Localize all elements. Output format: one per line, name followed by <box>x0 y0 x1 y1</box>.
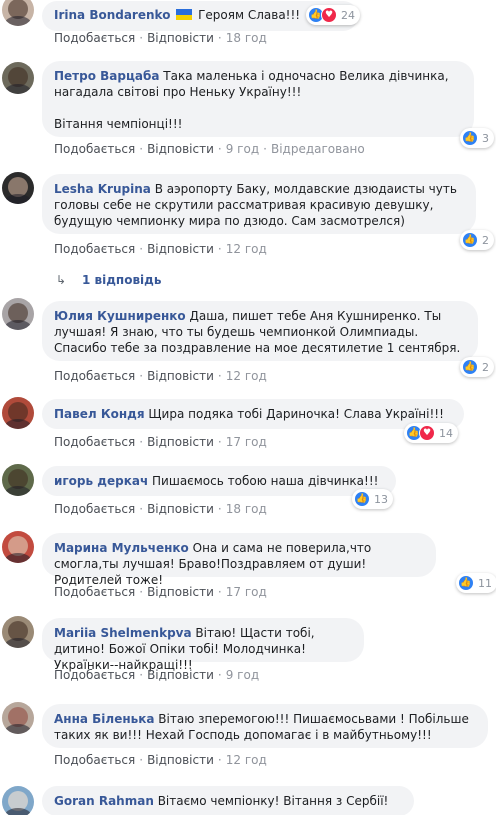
avatar[interactable] <box>2 464 34 496</box>
timestamp[interactable]: 18 год <box>226 31 267 45</box>
like-link[interactable]: Подобається <box>54 753 135 767</box>
avatar[interactable] <box>2 702 34 734</box>
comment-author[interactable]: Марина Мульченко <box>54 541 189 555</box>
reactions[interactable]: 👍 ♥ 14 <box>404 423 458 443</box>
comment-author[interactable]: Lesha Krupina <box>54 182 151 196</box>
reply-link[interactable]: Відповісти <box>147 435 214 449</box>
like-link[interactable]: Подобається <box>54 31 135 45</box>
reactions[interactable]: 👍 11 <box>456 573 496 593</box>
reaction-count: 3 <box>482 131 489 145</box>
reply-link[interactable]: Відповісти <box>147 142 214 156</box>
comment-text: Пишаємось тобою наша дівчинка!!! <box>152 474 379 488</box>
avatar[interactable] <box>2 172 34 204</box>
comment-bubble: Goran Rahman Вітаємо чемпіонку! Вітання … <box>42 786 414 815</box>
like-reaction-icon: 👍 <box>458 575 474 591</box>
comment-author[interactable]: Irina Bondarenko <box>54 8 170 22</box>
like-link[interactable]: Подобається <box>54 668 135 682</box>
timestamp[interactable]: 9 год <box>226 142 259 156</box>
comment-actions: Подобається · Відповісти · 17 год <box>54 585 267 599</box>
like-link[interactable]: Подобається <box>54 142 135 156</box>
avatar[interactable] <box>2 0 34 26</box>
reply-link[interactable]: Відповісти <box>147 369 214 383</box>
comment-actions: Подобається · Відповісти · 12 год <box>54 242 267 256</box>
love-reaction-icon: ♥ <box>321 7 337 23</box>
ukraine-flag-icon <box>176 9 193 20</box>
comment-author[interactable]: Павел Кондя <box>54 407 145 421</box>
comment-author[interactable]: Петро Варцаба <box>54 69 159 83</box>
comment-bubble: Павел Кондя Щира подяка тобі Дариночка! … <box>42 399 464 429</box>
comment-text: Щира подяка тобі Дариночка! Слава Україн… <box>148 407 444 421</box>
timestamp[interactable]: 12 год <box>226 753 267 767</box>
avatar[interactable] <box>2 616 34 648</box>
reactions[interactable]: 👍 3 <box>460 128 494 148</box>
reaction-count: 13 <box>374 492 388 506</box>
reaction-count: 2 <box>482 233 489 247</box>
view-replies-link[interactable]: ↳ 1 відповідь <box>56 273 161 287</box>
timestamp[interactable]: 12 год <box>226 369 267 383</box>
reaction-count: 11 <box>478 576 492 590</box>
reactions[interactable]: 👍 2 <box>460 357 494 377</box>
comment-actions: Подобається · Відповісти · 9 год <box>54 668 260 682</box>
like-link[interactable]: Подобається <box>54 435 135 449</box>
reaction-count: 2 <box>482 360 489 374</box>
comment-author[interactable]: Анна Біленька <box>54 712 154 726</box>
timestamp[interactable]: 9 год <box>226 668 259 682</box>
comment-author[interactable]: Goran Rahman <box>54 794 154 808</box>
avatar[interactable] <box>2 531 34 563</box>
comment-bubble: Юлия Кушниренко Даша, пишет тебе Аня Куш… <box>42 301 478 361</box>
reaction-count: 24 <box>341 8 355 22</box>
comment-actions: Подобається · Відповісти · 18 год <box>54 31 267 45</box>
avatar[interactable] <box>2 397 34 429</box>
reply-arrow-icon: ↳ <box>56 273 67 287</box>
reply-link[interactable]: Відповісти <box>147 753 214 767</box>
comment-text: Героям Слава!!! <box>198 8 301 22</box>
comment-bubble: Петро Варцаба Така маленька і одночасно … <box>42 61 474 137</box>
like-reaction-icon: 👍 <box>462 232 478 248</box>
avatar[interactable] <box>2 62 34 94</box>
comment-text: Вітаємо чемпіонку! Вітання з Сербії! <box>157 794 389 808</box>
like-link[interactable]: Подобається <box>54 369 135 383</box>
comment-author[interactable]: Mariia Shelmenkpva <box>54 626 192 640</box>
comment-bubble: Марина Мульченко Она и сама не поверила,… <box>42 533 436 587</box>
avatar[interactable] <box>2 786 34 815</box>
reactions[interactable]: 👍 13 <box>352 489 393 509</box>
comment-bubble: Lesha Krupina В аэропорту Баку, молдавск… <box>42 174 476 234</box>
like-link[interactable]: Подобається <box>54 585 135 599</box>
comment-actions: Подобається · Відповісти · 9 год · Відредагова… <box>54 142 365 156</box>
comment-author[interactable]: игорь деркач <box>54 474 148 488</box>
like-link[interactable]: Подобається <box>54 242 135 256</box>
comment-bubble: игорь деркач Пишаємось тобою наша дівчин… <box>42 466 396 496</box>
reply-link[interactable]: Відповісти <box>147 502 214 516</box>
timestamp[interactable]: 18 год <box>226 502 267 516</box>
like-reaction-icon: 👍 <box>462 130 478 146</box>
timestamp[interactable]: 17 год <box>226 585 267 599</box>
comment-author[interactable]: Юлия Кушниренко <box>54 309 186 323</box>
view-replies-label[interactable]: 1 відповідь <box>82 273 161 287</box>
reaction-count: 14 <box>439 426 453 440</box>
comment-bubble: Анна Біленька Вітаю зперемогою!!! Пишаєм… <box>42 704 488 748</box>
edited-label: Відредаговано <box>270 142 365 156</box>
comment-bubble: Mariia Shelmenkpva Вітаю! Щасти тобі, ди… <box>42 618 364 672</box>
love-reaction-icon: ♥ <box>419 425 435 441</box>
comment-actions: Подобається · Відповісти · 12 год <box>54 753 267 767</box>
reply-link[interactable]: Відповісти <box>147 31 214 45</box>
reactions[interactable]: 👍 2 <box>460 230 494 250</box>
reactions[interactable]: 👍 ♥ 24 <box>306 5 360 25</box>
reply-link[interactable]: Відповісти <box>147 585 214 599</box>
timestamp[interactable]: 17 год <box>226 435 267 449</box>
like-reaction-icon: 👍 <box>354 491 370 507</box>
comment-actions: Подобається · Відповісти · 12 год <box>54 369 267 383</box>
avatar[interactable] <box>2 298 34 330</box>
like-reaction-icon: 👍 <box>462 359 478 375</box>
comment-text: Вітання чемпіонці!!! <box>54 117 183 131</box>
comment-actions: Подобається · Відповісти · 17 год <box>54 435 267 449</box>
timestamp[interactable]: 12 год <box>226 242 267 256</box>
reply-link[interactable]: Відповісти <box>147 668 214 682</box>
reply-link[interactable]: Відповісти <box>147 242 214 256</box>
comment-actions: Подобається · Відповісти · 18 год <box>54 502 267 516</box>
like-link[interactable]: Подобається <box>54 502 135 516</box>
